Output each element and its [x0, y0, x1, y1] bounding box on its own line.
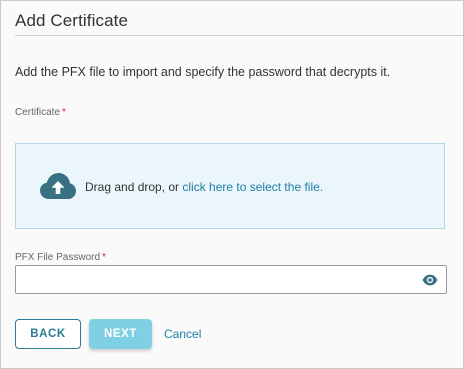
- pfx-password-field[interactable]: [15, 265, 447, 294]
- cancel-link[interactable]: Cancel: [164, 327, 201, 341]
- required-marker: *: [102, 252, 106, 263]
- required-marker: *: [62, 107, 66, 118]
- password-label: PFX File Password *: [15, 252, 106, 263]
- certificate-dropzone[interactable]: Drag and drop, or click here to select t…: [15, 143, 445, 229]
- eye-icon[interactable]: [422, 274, 438, 286]
- next-button[interactable]: NEXT: [89, 319, 152, 349]
- certificate-label: Certificate *: [15, 107, 66, 118]
- password-label-text: PFX File Password: [15, 252, 101, 263]
- back-button[interactable]: BACK: [15, 319, 81, 349]
- title-divider: [15, 35, 463, 36]
- pfx-password-input[interactable]: [16, 266, 422, 293]
- certificate-label-text: Certificate: [15, 107, 61, 118]
- dropzone-text: Drag and drop, or: [85, 180, 183, 194]
- dropzone-instructions: Drag and drop, or click here to select t…: [85, 180, 323, 194]
- dialog-description: Add the PFX file to import and specify t…: [15, 65, 391, 79]
- select-file-link[interactable]: click here to select the file.: [182, 180, 323, 194]
- cloud-upload-icon[interactable]: [40, 173, 76, 200]
- add-certificate-dialog: Add Certificate Add the PFX file to impo…: [0, 0, 464, 369]
- page-title: Add Certificate: [15, 11, 128, 30]
